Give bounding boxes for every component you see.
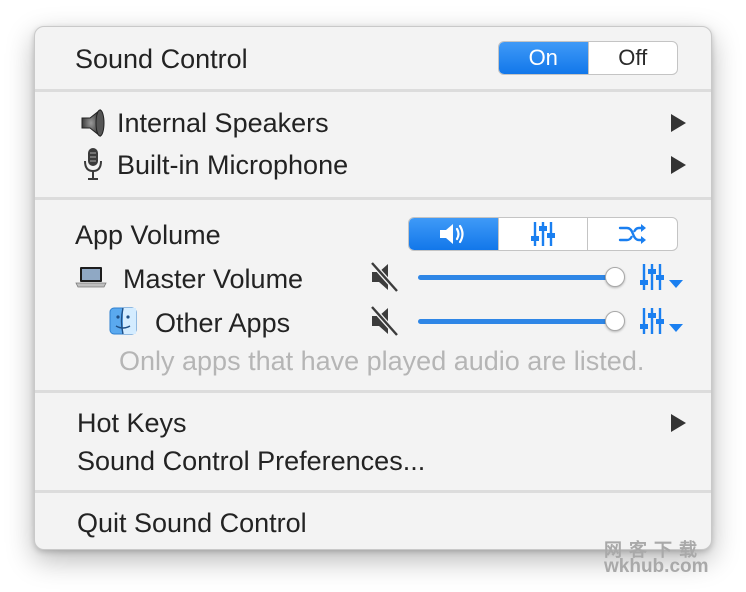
mute-speaker-icon[interactable]: [369, 305, 399, 337]
submenu-arrow-icon: [671, 414, 686, 432]
equalizer-dropdown-icon[interactable]: [639, 306, 685, 336]
other-apps-label: Other Apps: [155, 308, 291, 338]
hot-keys-label: Hot Keys: [77, 408, 187, 438]
separator: [35, 197, 711, 200]
speaker-icon: [81, 108, 105, 138]
toggle-on-button[interactable]: On: [499, 42, 588, 74]
submenu-arrow-icon: [671, 114, 686, 132]
menu-item-preferences[interactable]: Sound Control Preferences...: [77, 445, 425, 477]
app-volume-label: App Volume: [75, 220, 221, 250]
mute-speaker-icon[interactable]: [369, 261, 399, 293]
volume-icon: [440, 224, 464, 244]
other-apps-volume-slider[interactable]: [418, 319, 614, 324]
equalizer-mode-tab[interactable]: [497, 218, 588, 250]
equalizer-icon: [531, 222, 555, 246]
volume-mode-tab[interactable]: [409, 218, 498, 250]
shuffle-mode-tab[interactable]: [587, 218, 677, 250]
sound-control-label: Sound Control: [75, 44, 248, 74]
shuffle-icon: [618, 224, 646, 244]
master-volume-label: Master Volume: [123, 264, 304, 294]
app-volume-mode-tabs: [408, 217, 678, 251]
device-label-microphone: Built-in Microphone: [117, 150, 349, 180]
watermark-url: wkhub.com: [604, 556, 709, 577]
toggle-off-button[interactable]: Off: [587, 42, 678, 74]
equalizer-dropdown-icon[interactable]: [639, 262, 685, 292]
separator: [35, 89, 711, 92]
submenu-arrow-icon: [671, 156, 686, 174]
finder-icon: [109, 307, 137, 335]
device-label-speakers: Internal Speakers: [117, 108, 329, 138]
other-apps-volume-slider-knob[interactable]: [605, 311, 625, 331]
laptop-icon: [75, 267, 107, 288]
sound-control-menu: Sound Control On Off Internal Speakers B…: [34, 26, 712, 550]
separator: [35, 490, 711, 493]
sound-control-toggle: On Off: [498, 41, 678, 75]
app-list-note: Only apps that have played audio are lis…: [119, 346, 645, 376]
menu-item-quit[interactable]: Quit Sound Control: [77, 507, 307, 539]
master-volume-slider[interactable]: [418, 275, 614, 280]
master-volume-slider-knob[interactable]: [605, 267, 625, 287]
microphone-icon: [84, 148, 102, 180]
separator: [35, 390, 711, 393]
